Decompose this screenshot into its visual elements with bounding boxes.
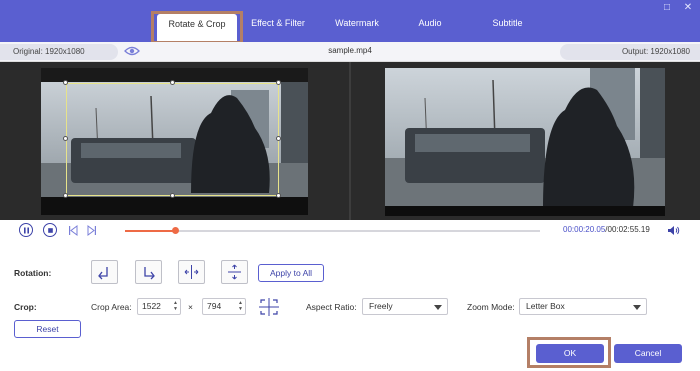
volume-icon[interactable] [667, 225, 680, 236]
tab-watermark[interactable]: Watermark [322, 18, 392, 28]
crop-width-stepper-icon[interactable]: ▲ ▼ [173, 300, 178, 312]
current-time: 00:00:20.05 [563, 225, 606, 234]
preview-divider [349, 62, 351, 220]
crop-handle-top-left[interactable] [63, 80, 68, 85]
time-display: 00:00:20.05/00:02:55.19 [563, 225, 650, 234]
aspect-ratio-label: Aspect Ratio: [306, 302, 357, 312]
previous-frame-icon[interactable] [68, 225, 78, 236]
tab-subtitle[interactable]: Subtitle [480, 18, 535, 28]
progress-knob[interactable] [172, 227, 180, 234]
aspect-ratio-value: Freely [369, 301, 393, 311]
crop-height-input[interactable]: 794 ▲ ▼ [202, 298, 246, 315]
flip-vertical-button[interactable] [221, 260, 248, 284]
pause-icon [23, 227, 29, 233]
crop-height-value: 794 [207, 301, 222, 311]
output-video-frame [385, 68, 665, 216]
crop-area-label: Crop Area: [91, 302, 132, 312]
crop-handle-bottom-left[interactable] [63, 193, 68, 198]
zoom-mode-value: Letter Box [526, 301, 565, 311]
stop-icon [47, 227, 53, 233]
crop-handle-top-right[interactable] [276, 80, 281, 85]
restore-window-icon[interactable]: □ [661, 2, 673, 14]
crop-handle-bottom-right[interactable] [276, 193, 281, 198]
crop-handle-right[interactable] [276, 136, 281, 141]
crop-rectangle[interactable] [66, 83, 279, 196]
zoom-mode-label: Zoom Mode: [467, 302, 515, 312]
tab-bar: Rotate & Crop Effect & Filter Watermark … [0, 0, 700, 42]
playback-bar: 00:00:20.05/00:02:55.19 [0, 220, 700, 242]
center-crop-icon[interactable] [258, 297, 280, 317]
stop-button[interactable] [43, 223, 57, 237]
rotate-left-icon [98, 267, 108, 280]
pause-button[interactable] [19, 223, 33, 237]
crop-height-stepper-icon[interactable]: ▲ ▼ [238, 300, 243, 312]
aspect-ratio-select[interactable]: Freely [362, 298, 448, 315]
crop-label: Crop: [14, 302, 37, 312]
flip-horizontal-button[interactable] [178, 260, 205, 284]
ok-highlight-box [527, 337, 611, 368]
next-frame-icon[interactable] [87, 225, 97, 236]
flip-horizontal-icon [184, 265, 199, 279]
flip-vertical-icon [228, 264, 241, 280]
crop-width-value: 1522 [142, 301, 161, 311]
rotate-right-button[interactable] [135, 260, 162, 284]
cancel-button[interactable]: Cancel [614, 344, 682, 363]
apply-to-all-button[interactable]: Apply to All [258, 264, 324, 282]
rotation-label: Rotation: [14, 268, 52, 278]
tab-effect-filter[interactable]: Effect & Filter [243, 18, 313, 28]
crop-handle-left[interactable] [63, 136, 68, 141]
output-resolution: Output: 1920x1080 [560, 44, 700, 60]
progress-fill [125, 230, 176, 232]
rotate-right-icon [144, 267, 155, 280]
tab-audio[interactable]: Audio [405, 18, 455, 28]
times-sign: × [188, 302, 193, 312]
progress-track[interactable] [125, 227, 540, 234]
crop-handle-bottom[interactable] [170, 193, 175, 198]
chevron-down-icon [434, 305, 442, 310]
rotate-left-button[interactable] [91, 260, 118, 284]
crop-handle-top[interactable] [170, 80, 175, 85]
zoom-mode-select[interactable]: Letter Box [519, 298, 647, 315]
total-time: 00:02:55.19 [607, 225, 650, 234]
info-bar: Original: 1920x1080 sample.mp4 Output: 1… [0, 42, 700, 62]
crop-width-input[interactable]: 1522 ▲ ▼ [137, 298, 181, 315]
tab-highlight-box [151, 11, 243, 44]
close-window-icon[interactable]: ✕ [682, 2, 694, 14]
reset-button[interactable]: Reset [14, 320, 81, 338]
chevron-down-icon [633, 305, 641, 310]
